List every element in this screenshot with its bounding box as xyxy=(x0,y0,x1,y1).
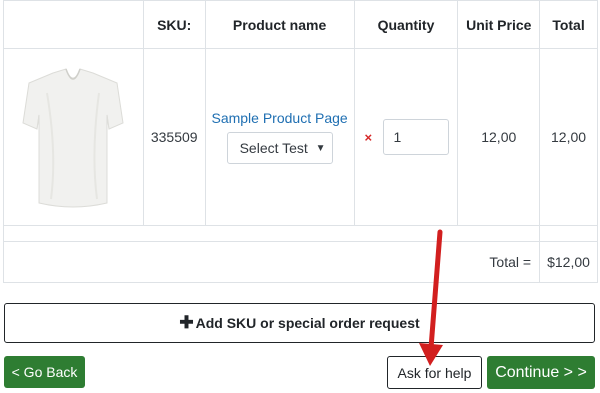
spacer-row xyxy=(2,225,598,242)
product-name-cell: Sample Product Page Select Test ▼ xyxy=(204,48,355,226)
header-total: Total xyxy=(539,0,598,49)
unit-price-cell: 12,00 xyxy=(457,48,541,226)
product-image-cell xyxy=(3,48,144,226)
continue-button[interactable]: Continue > > xyxy=(487,356,595,389)
variant-select-value: Select Test xyxy=(239,140,308,156)
row-total-cell: 12,00 xyxy=(539,48,598,226)
table-header-row: SKU: Product name Quantity Unit Price To… xyxy=(3,0,598,49)
spacer-cell xyxy=(2,225,541,242)
chevron-down-icon: ▼ xyxy=(315,142,326,154)
sku-cell: 335509 xyxy=(142,48,206,226)
product-link[interactable]: Sample Product Page xyxy=(206,110,354,126)
ask-for-help-button[interactable]: Ask for help xyxy=(387,356,482,389)
variant-select[interactable]: Select Test ▼ xyxy=(226,132,333,164)
remove-icon[interactable]: × xyxy=(365,130,383,145)
add-sku-button[interactable]: ✚ Add SKU or special order request xyxy=(4,303,595,343)
header-product-name: Product name xyxy=(204,0,355,49)
table-row: 335509 Sample Product Page Select Test ▼… xyxy=(3,48,598,226)
header-quantity: Quantity xyxy=(353,0,459,49)
header-image xyxy=(3,0,144,49)
total-label: Total = xyxy=(2,241,541,283)
spacer-cell-total xyxy=(539,225,598,242)
quantity-wrap: × xyxy=(365,119,458,155)
cart-table: SKU: Product name Quantity Unit Price To… xyxy=(2,0,598,283)
quantity-cell: × xyxy=(353,48,459,226)
go-back-button[interactable]: < Go Back xyxy=(4,356,85,388)
quantity-input[interactable] xyxy=(382,119,449,155)
plus-icon: ✚ xyxy=(179,313,194,332)
add-sku-label: Add SKU or special order request xyxy=(195,315,420,331)
header-sku: SKU: xyxy=(142,0,206,49)
header-unit-price: Unit Price xyxy=(457,0,541,49)
total-value: $12,00 xyxy=(539,241,598,283)
total-row: Total = $12,00 xyxy=(2,241,598,283)
tshirt-image xyxy=(22,68,124,208)
